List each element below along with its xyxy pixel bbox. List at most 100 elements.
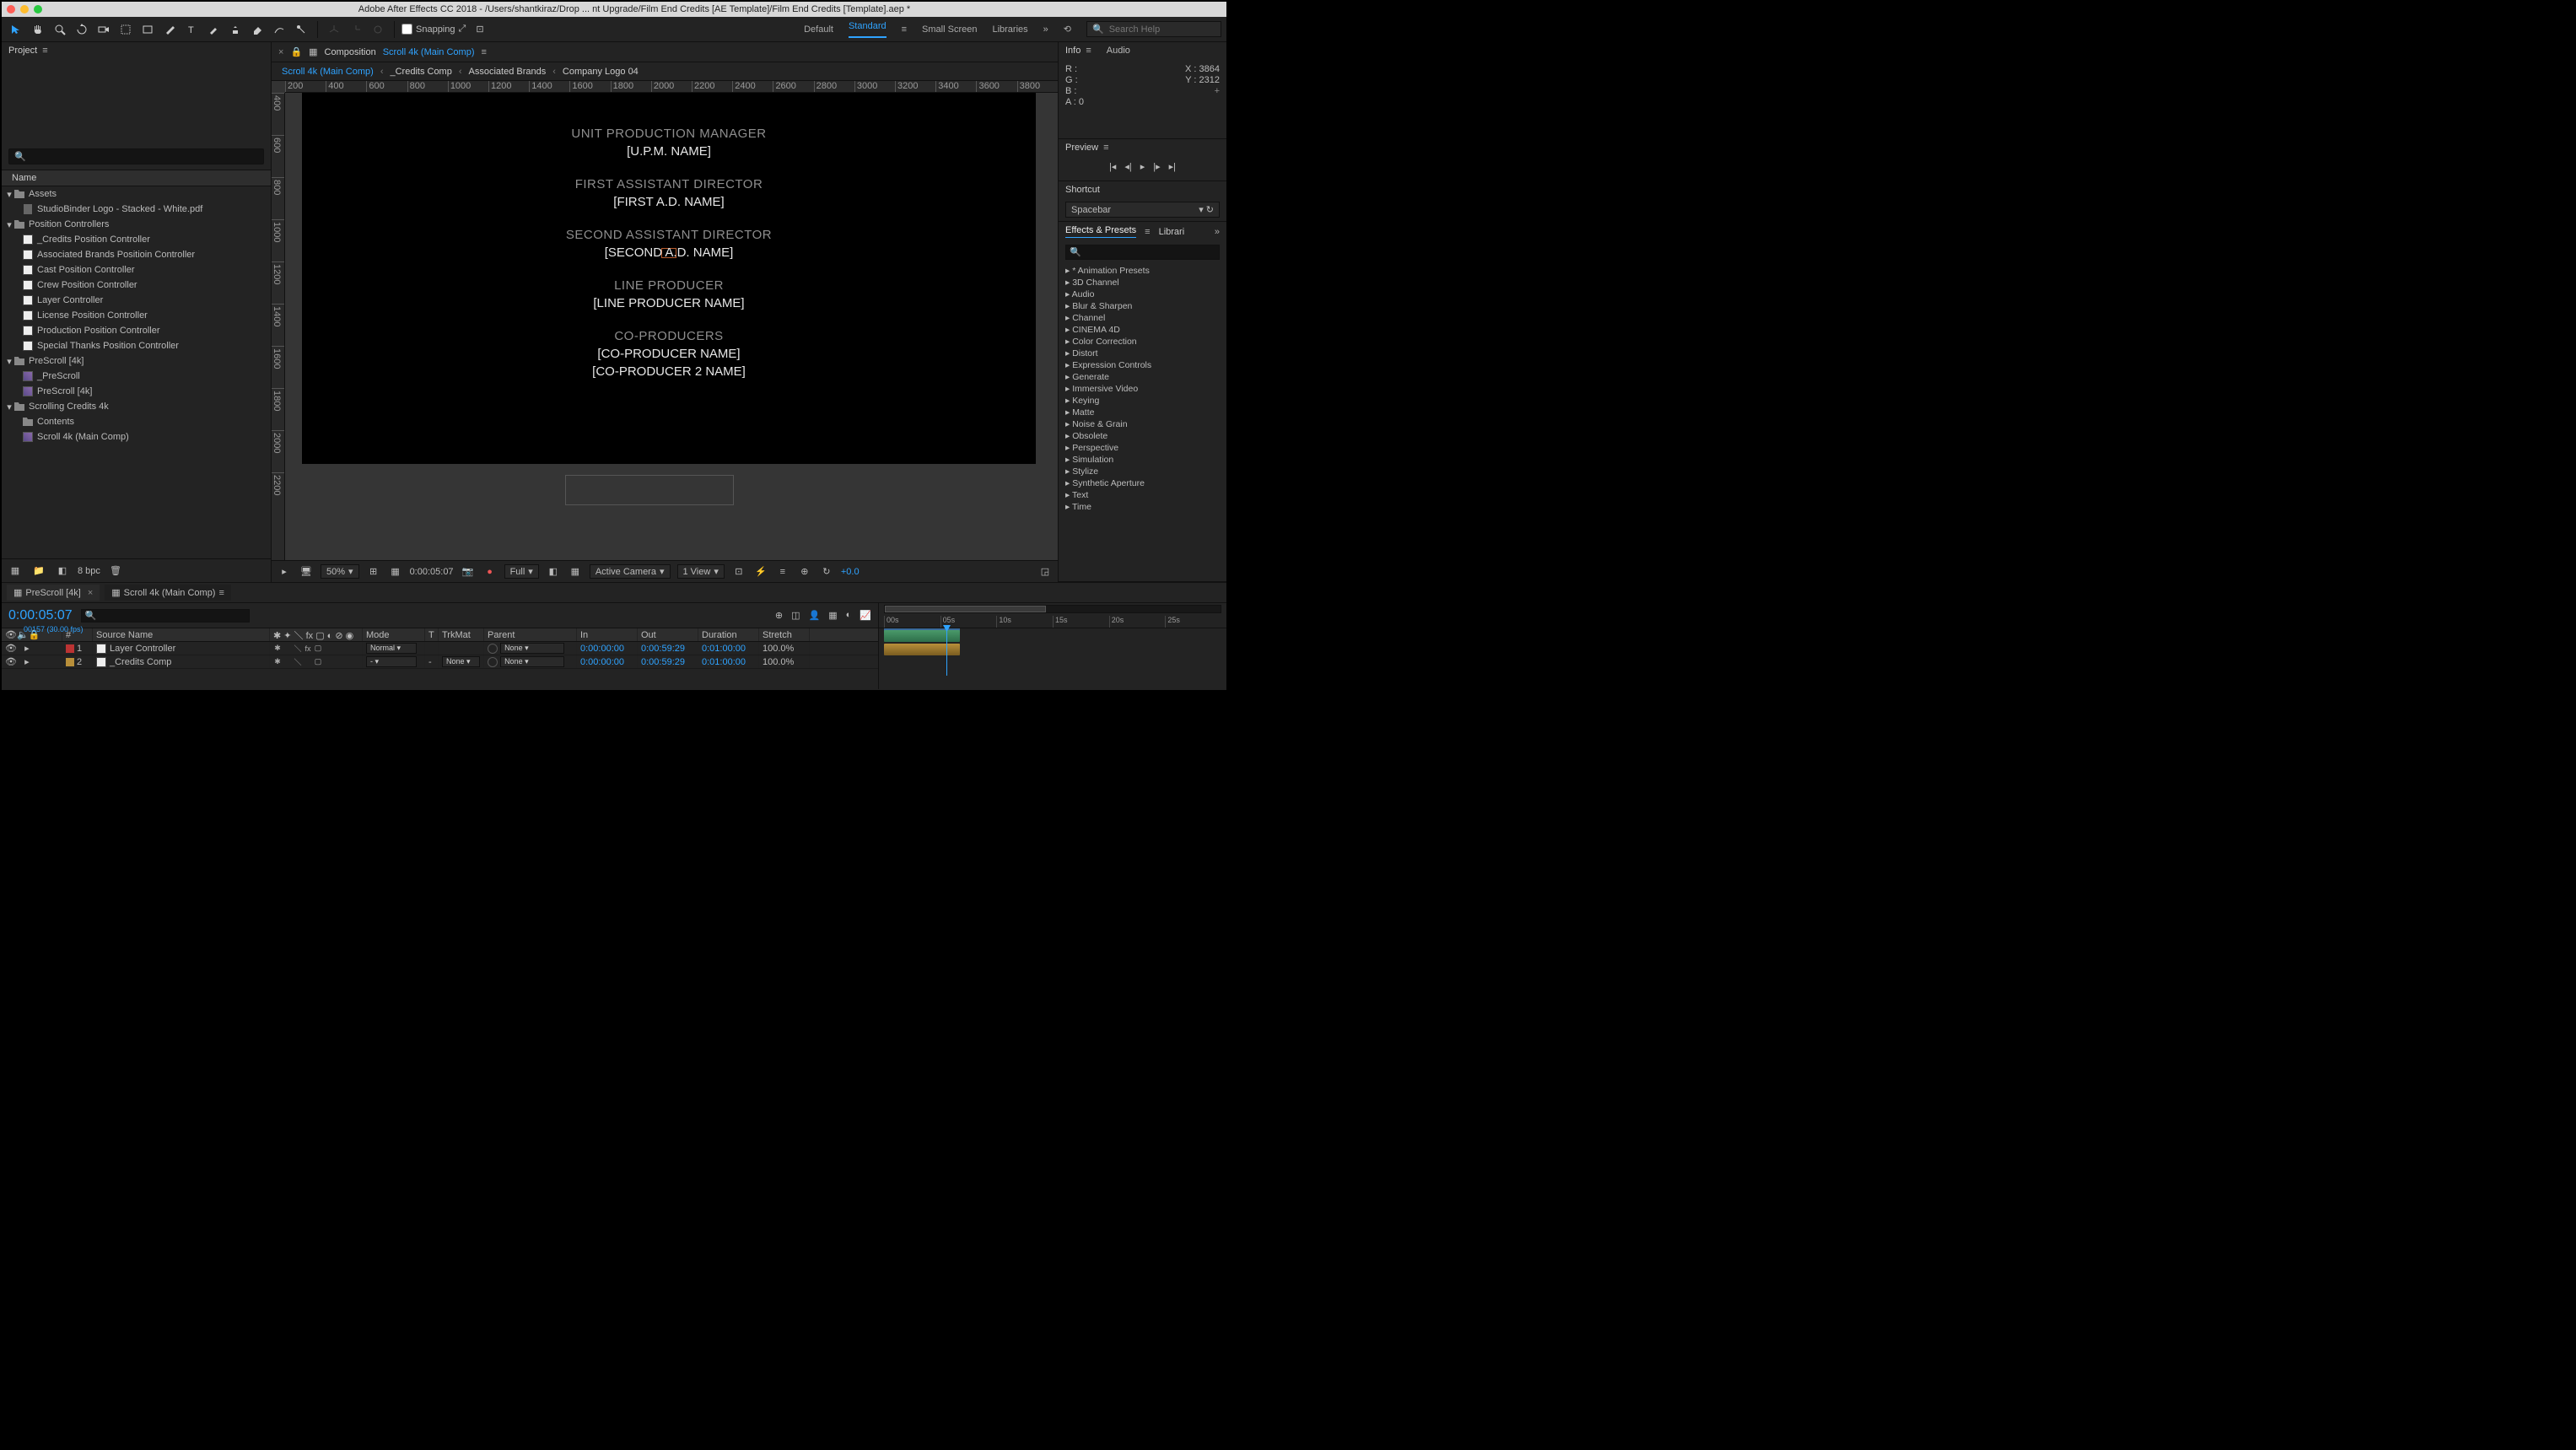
project-item[interactable]: Crew Position Controller (2, 278, 271, 293)
snapping-icon[interactable]: ⤢ (459, 24, 466, 35)
current-timecode[interactable]: 0:00:05:07 (8, 608, 73, 623)
effect-category[interactable]: ▸ Immersive Video (1059, 383, 1226, 395)
camera-select[interactable]: Active Camera▾ (590, 564, 671, 579)
project-item[interactable]: ▾Position Controllers (2, 217, 271, 232)
col-trkmat[interactable]: TrkMat (439, 628, 484, 641)
composition-canvas[interactable]: UNIT PRODUCTION MANAGER[U.P.M. NAME]FIRS… (302, 93, 1036, 464)
snapping-checkbox[interactable] (401, 24, 412, 35)
bpc-button[interactable]: 8 bpc (78, 566, 100, 576)
project-item[interactable]: License Position Controller (2, 308, 271, 323)
zoom-tool[interactable] (51, 20, 69, 39)
show-channel-icon[interactable]: ● (482, 565, 498, 579)
timeline-icon[interactable]: ≡ (775, 565, 790, 579)
effect-category[interactable]: ▸ Generate (1059, 371, 1226, 383)
project-panel-tab[interactable]: Project ≡ (2, 42, 271, 59)
effects-search[interactable] (1065, 245, 1220, 260)
project-item[interactable]: Special Thanks Position Controller (2, 338, 271, 353)
effect-category[interactable]: ▸ Blur & Sharpen (1059, 300, 1226, 312)
project-panel-menu-icon[interactable]: ≡ (42, 46, 47, 56)
transparency-grid-icon[interactable]: ▦ (568, 565, 583, 579)
col-source-name[interactable]: Source Name (93, 628, 270, 641)
brush-tool[interactable] (204, 20, 223, 39)
grid-icon[interactable]: ▦ (388, 565, 403, 579)
selection-tool[interactable] (7, 20, 25, 39)
ruler-horizontal[interactable]: 2004006008001000120014001600180020002200… (285, 81, 1058, 93)
lock-icon[interactable]: 🔒 (290, 46, 302, 57)
zoom-select[interactable]: 50%▾ (321, 564, 359, 579)
graph-editor-icon[interactable]: 📈 (860, 610, 871, 621)
layer-row[interactable]: 👁 ▸ 2_Credits Comp✱＼▢- ▾-None ▾ None ▾0:… (2, 655, 878, 669)
project-item[interactable]: Layer Controller (2, 293, 271, 308)
project-item[interactable]: Cast Position Controller (2, 262, 271, 278)
effect-category[interactable]: ▸ CINEMA 4D (1059, 324, 1226, 336)
interpret-footage-icon[interactable]: ▦ (7, 563, 24, 579)
project-item[interactable]: Scroll 4k (Main Comp) (2, 429, 271, 445)
pan-behind-tool[interactable] (116, 20, 135, 39)
snapshot-icon[interactable]: 📷 (461, 565, 476, 579)
resolution-select[interactable]: Full▾ (504, 564, 539, 579)
maximize-viewer-icon[interactable]: ◲ (1037, 565, 1053, 579)
workspace-menu-icon[interactable]: ≡ (902, 24, 907, 35)
trash-icon[interactable]: 🗑 (107, 563, 124, 579)
view-count-select[interactable]: 1 View▾ (677, 564, 725, 579)
effect-category[interactable]: ▸ Time (1059, 501, 1226, 513)
info-panel-tab[interactable]: Info ≡ Audio (1059, 42, 1226, 59)
chevron-left-icon[interactable]: ‹ (459, 67, 462, 77)
timeline-navigator[interactable] (884, 605, 1221, 613)
exposure-value[interactable]: +0.0 (841, 567, 860, 577)
project-item[interactable]: Associated Brands Positioin Controller (2, 247, 271, 262)
layer-bar-2[interactable] (884, 644, 960, 655)
project-item[interactable]: _PreScroll (2, 369, 271, 384)
layer-bounding-box[interactable] (565, 475, 734, 505)
always-preview-icon[interactable]: ▸ (277, 565, 292, 579)
effect-category[interactable]: ▸ Stylize (1059, 466, 1226, 477)
effect-category[interactable]: ▸ Simulation (1059, 454, 1226, 466)
flowchart-icon[interactable]: ⊕ (797, 565, 812, 579)
local-axis-icon[interactable] (325, 20, 343, 39)
safe-zones-icon[interactable]: ⊞ (366, 565, 381, 579)
effect-category[interactable]: ▸ Color Correction (1059, 336, 1226, 348)
close-window-button[interactable] (7, 5, 15, 13)
project-item[interactable]: PreScroll [4k] (2, 384, 271, 399)
project-item[interactable]: StudioBinder Logo - Stacked - White.pdf (2, 202, 271, 217)
libraries-tab[interactable]: Librari (1159, 227, 1185, 237)
crumb-0[interactable]: Scroll 4k (Main Comp) (278, 65, 377, 78)
effect-category[interactable]: ▸ * Animation Presets (1059, 265, 1226, 277)
last-frame-button[interactable]: ▸| (1169, 161, 1176, 172)
effects-menu-icon[interactable]: ≡ (1145, 227, 1150, 237)
timeline-track-area[interactable] (879, 628, 1226, 676)
composition-viewer[interactable]: 2004006008001000120014001600180020002200… (272, 81, 1058, 560)
audio-label[interactable]: Audio (1107, 46, 1130, 56)
next-frame-button[interactable]: |▸ (1153, 161, 1160, 172)
roto-brush-tool[interactable] (270, 20, 288, 39)
preview-menu-icon[interactable]: ≡ (1103, 143, 1108, 153)
composition-name-link[interactable]: Scroll 4k (Main Comp) (383, 47, 475, 57)
first-frame-button[interactable]: |◂ (1109, 161, 1116, 172)
effect-category[interactable]: ▸ Matte (1059, 407, 1226, 418)
minimize-window-button[interactable] (20, 5, 29, 13)
col-stretch[interactable]: Stretch (759, 628, 810, 641)
col-duration[interactable]: Duration (698, 628, 759, 641)
effect-category[interactable]: ▸ Obsolete (1059, 430, 1226, 442)
crumb-3[interactable]: Company Logo 04 (559, 65, 642, 78)
search-help-field[interactable]: 🔍 (1086, 21, 1221, 37)
effects-search-input[interactable] (1070, 247, 1215, 257)
crumb-1[interactable]: _Credits Comp (386, 65, 455, 78)
shy-icon[interactable]: 👤 (809, 610, 821, 621)
shortcut-select[interactable]: Spacebar▾ ↻ (1065, 202, 1220, 218)
crumb-2[interactable]: Associated Brands (466, 65, 550, 78)
motion-blur-icon[interactable]: ◐ (846, 610, 852, 621)
composition-menu-icon[interactable]: ≡ (482, 47, 487, 57)
effect-category[interactable]: ▸ Noise & Grain (1059, 418, 1226, 430)
col-parent[interactable]: Parent (484, 628, 577, 641)
effect-category[interactable]: ▸ Audio (1059, 288, 1226, 300)
effect-category[interactable]: ▸ Expression Controls (1059, 359, 1226, 371)
hand-tool[interactable] (29, 20, 47, 39)
type-tool[interactable]: T (182, 20, 201, 39)
project-name-header[interactable]: Name (2, 170, 271, 186)
new-comp-icon[interactable]: ◧ (54, 563, 71, 579)
project-item[interactable]: Contents (2, 414, 271, 429)
maximize-window-button[interactable] (34, 5, 42, 13)
pen-tool[interactable] (160, 20, 179, 39)
project-item[interactable]: _Credits Position Controller (2, 232, 271, 247)
